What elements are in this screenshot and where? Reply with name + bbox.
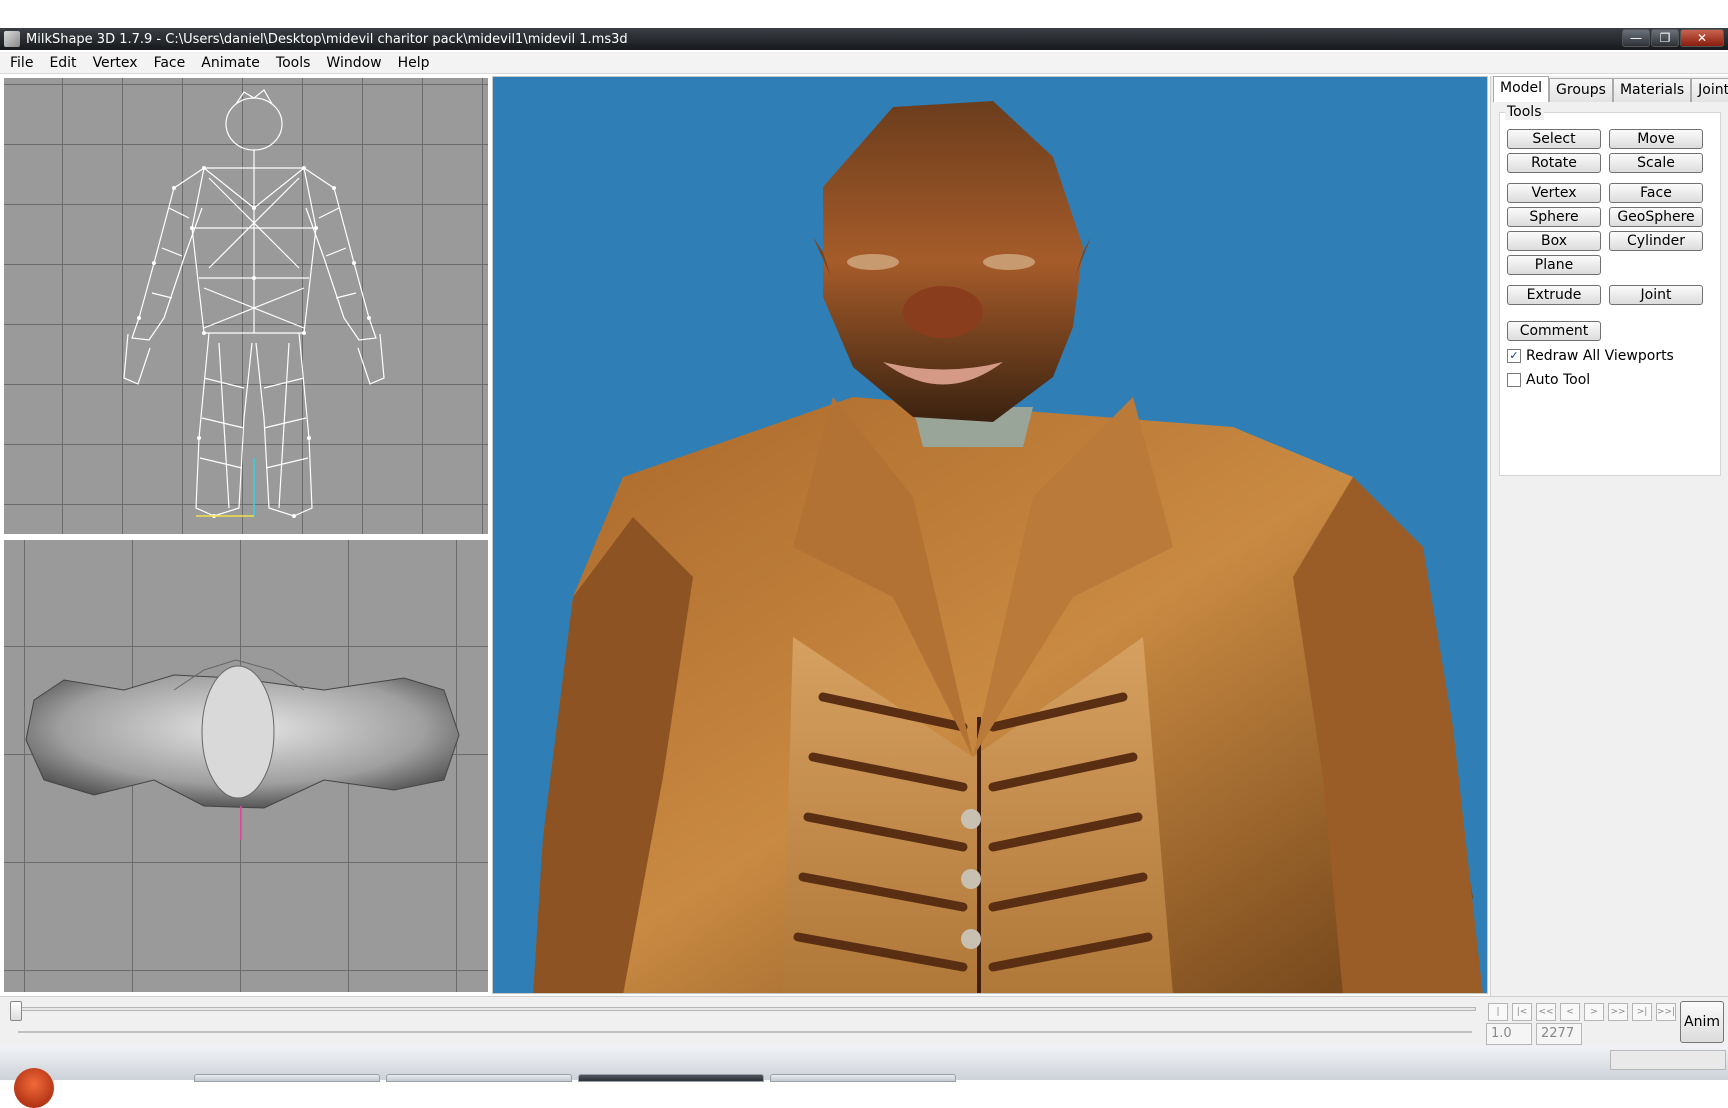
last-frame-button[interactable]: >>|: [1656, 1003, 1676, 1021]
redraw-all-viewports-checkbox[interactable]: ✓ Redraw All Viewports: [1507, 348, 1674, 364]
prev-key-button[interactable]: |<: [1512, 1003, 1532, 1021]
taskbar-item[interactable]: [386, 1074, 572, 1082]
vertex-button[interactable]: Vertex: [1507, 183, 1601, 203]
fast-forward-button[interactable]: >>: [1608, 1003, 1628, 1021]
rewind-button[interactable]: <<: [1536, 1003, 1556, 1021]
move-button[interactable]: Move: [1609, 129, 1703, 149]
box-button[interactable]: Box: [1507, 231, 1601, 251]
menu-edit[interactable]: Edit: [41, 55, 84, 71]
tab-groups[interactable]: Groups: [1549, 78, 1613, 102]
next-key-button[interactable]: >|: [1632, 1003, 1652, 1021]
tab-joints[interactable]: Joints: [1691, 78, 1728, 102]
window-title: MilkShape 3D 1.7.9 - C:\Users\daniel\Des…: [26, 31, 628, 47]
tab-materials[interactable]: Materials: [1612, 78, 1692, 102]
menu-help[interactable]: Help: [390, 55, 438, 71]
panel-tabs: Model Groups Materials Joints: [1493, 76, 1728, 102]
prev-frame-button[interactable]: <: [1560, 1003, 1580, 1021]
rotate-button[interactable]: Rotate: [1507, 153, 1601, 173]
cylinder-button[interactable]: Cylinder: [1609, 231, 1703, 251]
first-frame-button[interactable]: |<<: [1488, 1003, 1508, 1033]
frame-slider-thumb[interactable]: [10, 1001, 22, 1021]
plane-button[interactable]: Plane: [1507, 255, 1601, 275]
taskbar-item[interactable]: [194, 1074, 380, 1082]
face-button[interactable]: Face: [1609, 183, 1703, 203]
wireframe-figure-icon: [123, 89, 385, 518]
window-controls: — ❐ ✕: [1621, 29, 1724, 47]
frame-nav-buttons: |<< |< << < > >> >| >>|: [1488, 1003, 1680, 1033]
top-viewport[interactable]: [2, 538, 490, 994]
shaded-figure-top-icon: [25, 659, 460, 840]
menu-bar: File Edit Vertex Face Animate Tools Wind…: [0, 52, 1728, 74]
start-orb-icon[interactable]: [14, 1068, 54, 1108]
textured-character-icon: [533, 101, 1483, 993]
total-frames-field[interactable]: 2277: [1536, 1023, 1582, 1045]
taskbar-item[interactable]: [770, 1074, 956, 1082]
frame-slider-track-secondary[interactable]: [18, 1031, 1472, 1033]
anim-button[interactable]: Anim: [1680, 1001, 1724, 1043]
scale-button[interactable]: Scale: [1609, 153, 1703, 173]
animation-timeline: |<< |< << < > >> >| >>| 1.0 2277 Anim: [0, 996, 1728, 1046]
status-field: [1610, 1050, 1726, 1070]
menu-window[interactable]: Window: [318, 55, 389, 71]
next-frame-button[interactable]: >: [1584, 1003, 1604, 1021]
checkbox-checked-icon[interactable]: ✓: [1507, 349, 1521, 363]
maximize-button[interactable]: ❐: [1651, 29, 1679, 47]
menu-tools[interactable]: Tools: [268, 55, 319, 71]
checkbox-unchecked-icon[interactable]: [1507, 373, 1521, 387]
menu-file[interactable]: File: [2, 55, 41, 71]
joint-button[interactable]: Joint: [1609, 285, 1703, 305]
tab-model[interactable]: Model: [1493, 76, 1550, 102]
minimize-button[interactable]: —: [1622, 29, 1650, 47]
redraw-all-viewports-label: Redraw All Viewports: [1526, 348, 1674, 364]
taskbar-item-active[interactable]: [578, 1074, 764, 1082]
front-viewport[interactable]: [2, 76, 490, 536]
current-frame-field[interactable]: 1.0: [1486, 1023, 1532, 1045]
close-button[interactable]: ✕: [1680, 29, 1724, 47]
title-bar: MilkShape 3D 1.7.9 - C:\Users\daniel\Des…: [0, 28, 1728, 50]
screen-top-margin: [0, 0, 1728, 28]
tools-group-label: Tools: [1505, 104, 1544, 120]
extrude-button[interactable]: Extrude: [1507, 285, 1601, 305]
comment-button[interactable]: Comment: [1507, 321, 1601, 341]
auto-tool-checkbox[interactable]: Auto Tool: [1507, 372, 1590, 388]
main-3d-viewport[interactable]: [492, 76, 1488, 994]
sphere-button[interactable]: Sphere: [1507, 207, 1601, 227]
tool-panel: Model Groups Materials Joints Tools Sele…: [1490, 76, 1728, 996]
app-icon: [4, 31, 20, 47]
menu-face[interactable]: Face: [146, 55, 194, 71]
geosphere-button[interactable]: GeoSphere: [1609, 207, 1703, 227]
menu-vertex[interactable]: Vertex: [85, 55, 146, 71]
select-button[interactable]: Select: [1507, 129, 1601, 149]
frame-slider-track[interactable]: [18, 1007, 1476, 1011]
auto-tool-label: Auto Tool: [1526, 372, 1591, 388]
menu-animate[interactable]: Animate: [193, 55, 268, 71]
os-taskbar: [0, 1046, 1728, 1108]
